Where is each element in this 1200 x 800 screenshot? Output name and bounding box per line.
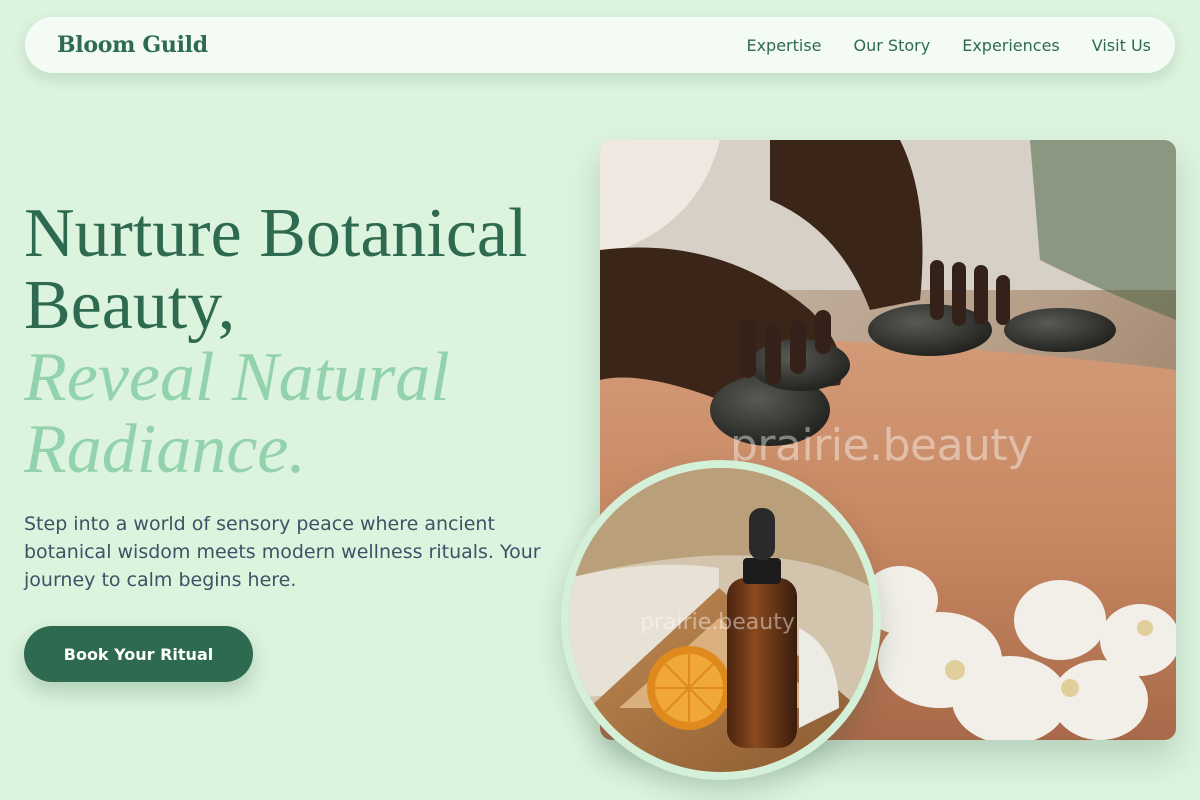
nav-link-experiences[interactable]: Experiences xyxy=(962,36,1060,55)
nav-link-expertise[interactable]: Expertise xyxy=(746,36,821,55)
hero-title: Nurture Botanical Beauty, Reveal Natural… xyxy=(24,198,584,486)
inset-image-watermark: prairie.beauty xyxy=(640,610,795,635)
hero-description: Step into a world of sensory peace where… xyxy=(24,513,541,591)
hero-title-line-2: Beauty, xyxy=(24,267,236,344)
image-watermark: prairie.beauty xyxy=(730,420,1033,471)
hero-accent-line-1: Reveal Natural xyxy=(24,339,450,416)
top-navbar: Bloom Guild Expertise Our Story Experien… xyxy=(25,17,1175,73)
nav-links: Expertise Our Story Experiences Visit Us xyxy=(746,36,1151,55)
hero-title-line-1: Nurture Botanical xyxy=(24,195,528,272)
brand-logo[interactable]: Bloom Guild xyxy=(57,32,208,58)
nav-link-visit-us[interactable]: Visit Us xyxy=(1092,36,1151,55)
book-ritual-button[interactable]: Book Your Ritual xyxy=(24,626,253,682)
nav-link-our-story[interactable]: Our Story xyxy=(854,36,931,55)
hero-accent-line-2: Radiance. xyxy=(24,411,306,488)
